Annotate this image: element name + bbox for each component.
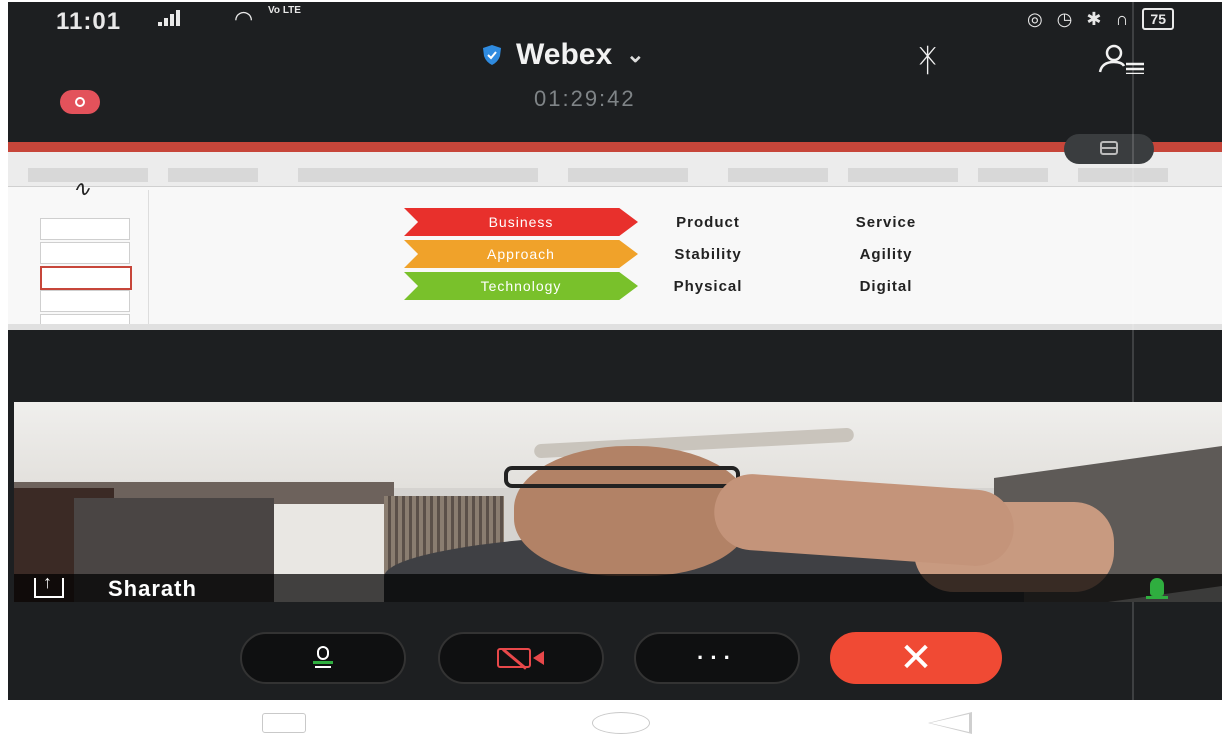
row-col2: Agility — [859, 245, 913, 263]
call-controls: ··· ✕ — [8, 632, 1222, 686]
status-icons: ◎ ◷ ✱ ∩ 75 — [1027, 8, 1174, 30]
row-col2: Service — [855, 213, 917, 231]
shared-screen[interactable]: ∿ Business Product Service Approach Stab… — [8, 134, 1222, 330]
row-col2: Digital — [859, 277, 913, 295]
network-type: Vo LTE — [268, 5, 301, 16]
close-icon: ✕ — [899, 636, 933, 680]
recording-indicator[interactable] — [60, 90, 100, 114]
bluetooth-audio-button[interactable]: ᛡ — [918, 42, 937, 79]
mute-button[interactable] — [240, 632, 406, 684]
slide-thumbnail — [40, 266, 132, 290]
bluetooth-icon: ᛡ — [918, 42, 938, 78]
participant-name: Sharath — [108, 576, 197, 601]
leave-meeting-button[interactable]: ✕ — [830, 632, 1002, 684]
battery-icon: 75 — [1142, 8, 1174, 30]
recent-apps-button[interactable] — [262, 713, 306, 733]
slide-row-technology: Technology Physical Digital — [400, 272, 978, 300]
participants-icon — [1098, 44, 1144, 76]
meeting-title-dropdown[interactable]: Webex ⌄ — [482, 38, 645, 72]
alarm-icon: ◷ — [1056, 8, 1073, 29]
row-col1: Stability — [674, 245, 742, 263]
sharing-icon — [34, 572, 64, 598]
start-video-button[interactable] — [438, 632, 604, 684]
presentation-titlebar — [8, 142, 1222, 152]
hotspot-icon: ◎ — [1026, 8, 1043, 29]
android-navigation-bar — [0, 700, 1231, 737]
headset-icon: ∩ — [1115, 8, 1129, 29]
signal-icon — [158, 10, 180, 26]
video-off-icon — [497, 646, 545, 670]
meeting-timer: 01:29:42 — [534, 86, 636, 111]
row-col1: Physical — [673, 277, 743, 295]
row-label-arrow: Business — [404, 208, 638, 236]
row-col1: Product — [676, 213, 740, 231]
slide-thumbnails — [22, 190, 149, 330]
bluetooth-status-icon: ✱ — [1086, 8, 1102, 29]
presentation-statusbar — [8, 324, 1222, 330]
slide-content: Business Product Service Approach Stabil… — [400, 206, 978, 306]
participant-mic-icon — [1146, 578, 1168, 599]
switch-display-button[interactable] — [1064, 134, 1154, 164]
participants-button[interactable] — [1096, 44, 1146, 79]
meeting-header: Webex ⌄ 01:29:42 ᛡ — [8, 32, 1222, 142]
presentation-ribbon — [8, 152, 1222, 187]
row-label-arrow: Approach — [404, 240, 638, 268]
home-button[interactable] — [592, 712, 650, 734]
status-bar: 11:01 ◠ Vo LTE ◎ ◷ ✱ ∩ 75 — [8, 2, 1222, 36]
more-options-button[interactable]: ··· — [634, 632, 800, 684]
slide-row-business: Business Product Service — [400, 208, 978, 236]
microphone-icon — [313, 646, 333, 670]
back-button[interactable] — [928, 712, 972, 734]
wifi-icon: ◠ — [234, 6, 254, 31]
row-label-arrow: Technology — [404, 272, 638, 300]
more-icon: ··· — [697, 645, 737, 670]
slide-thumbnail — [40, 290, 130, 312]
layout-icon — [1100, 141, 1118, 155]
webex-meeting-screen: 11:01 ◠ Vo LTE ◎ ◷ ✱ ∩ 75 Webex ⌄ 01:29:… — [8, 2, 1222, 700]
slide-thumbnail — [40, 218, 130, 240]
chevron-down-icon: ⌄ — [626, 42, 645, 67]
participant-video[interactable] — [14, 402, 1222, 602]
slide-thumbnail — [40, 242, 130, 264]
meeting-title: Webex — [516, 38, 613, 71]
slide-row-approach: Approach Stability Agility — [400, 240, 978, 268]
participant-name-bar: Sharath — [14, 572, 1222, 602]
shield-icon — [483, 45, 501, 65]
